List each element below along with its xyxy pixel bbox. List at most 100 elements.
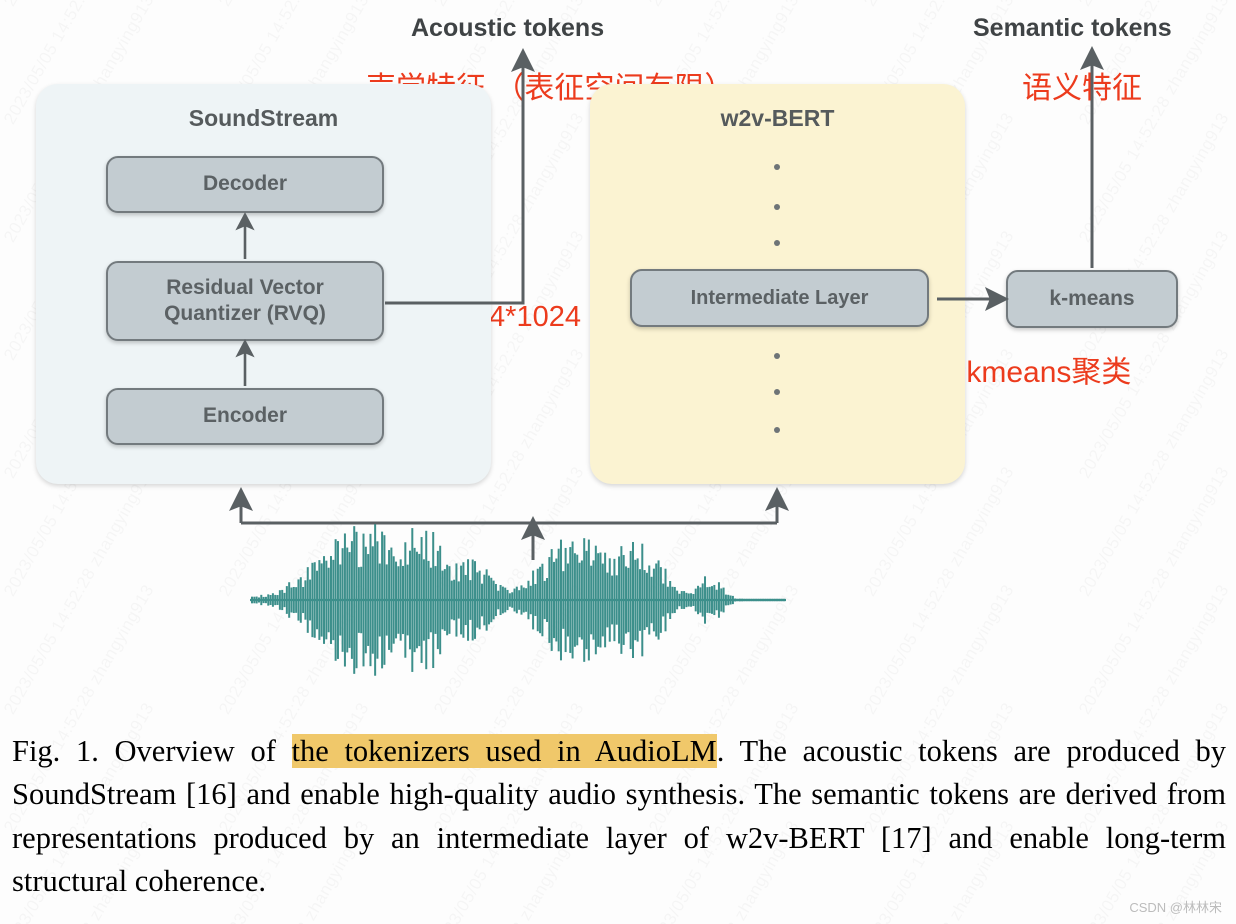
waveform-bar — [302, 586, 305, 614]
ellipsis-dot — [774, 240, 780, 246]
waveform-bar — [487, 575, 490, 625]
waveform-bar — [731, 595, 734, 605]
audio-waveform — [251, 524, 785, 676]
waveform-bar — [343, 533, 346, 667]
waveform-bar — [492, 580, 495, 620]
waveform-bar — [717, 582, 720, 618]
waveform-bar — [613, 558, 616, 642]
waveform-bar — [525, 588, 528, 612]
waveform-bar — [655, 563, 658, 637]
node-intermediate-layer[interactable]: Intermediate Layer — [630, 269, 929, 327]
waveform-bar — [606, 572, 609, 628]
waveform-bar — [408, 550, 411, 650]
waveform-bar — [490, 577, 493, 623]
waveform-bar — [267, 594, 270, 606]
waveform-bar — [690, 593, 693, 607]
waveform-bar — [269, 595, 272, 605]
waveform-bar — [383, 535, 386, 665]
waveform-bar — [436, 550, 439, 650]
csdn-watermark: CSDN @林林宋 — [1129, 900, 1222, 915]
waveform-bar — [729, 595, 732, 605]
waveform-bar — [585, 550, 588, 650]
waveform-bar — [420, 537, 423, 663]
waveform-bar — [578, 562, 581, 638]
waveform-bar — [441, 570, 444, 630]
waveform-bar — [713, 584, 716, 616]
waveform-bar — [583, 538, 586, 662]
node-k-means-label: k-means — [1049, 286, 1135, 310]
waveform-bar — [362, 533, 365, 667]
waveform-bar — [385, 564, 388, 636]
waveform-bar — [622, 555, 625, 645]
waveform-bar — [327, 567, 330, 633]
waveform-bar — [522, 587, 525, 613]
panel-title-w2v-bert: w2v-BERT — [720, 105, 835, 131]
waveform-bar — [645, 572, 648, 628]
waveform-bar — [748, 598, 751, 602]
waveform-bar — [309, 579, 312, 621]
ellipsis-dot — [774, 389, 780, 395]
node-rvq-label-line1: Residual Vector — [166, 275, 324, 299]
waveform-bar — [434, 566, 437, 634]
waveform-bar — [745, 598, 748, 602]
waveform-bar — [532, 570, 535, 630]
waveform-bar — [388, 550, 391, 650]
waveform-bar — [618, 556, 621, 644]
waveform-bar — [708, 586, 711, 614]
waveform-bar — [564, 547, 567, 653]
waveform-bar — [722, 587, 725, 613]
waveform-bar — [446, 564, 449, 636]
node-k-means[interactable]: k-means — [1006, 270, 1178, 328]
waveform-bar — [687, 593, 690, 607]
waveform-bar — [590, 565, 593, 635]
waveform-bar — [448, 566, 451, 634]
waveform-bar — [450, 580, 453, 620]
waveform-bar — [411, 528, 414, 672]
waveform-bar — [501, 586, 504, 614]
waveform-bar — [724, 594, 727, 606]
waveform-bar — [313, 562, 316, 638]
waveform-bar — [460, 565, 463, 635]
waveform-bar — [592, 560, 595, 640]
waveform-bar — [634, 559, 637, 641]
waveform-bar — [374, 524, 377, 676]
waveform-bar — [678, 593, 681, 607]
waveform-bar — [762, 598, 765, 602]
waveform-bar — [536, 568, 539, 632]
waveform-bar — [355, 531, 358, 669]
waveform-bar — [376, 541, 379, 659]
waveform-bar — [757, 598, 760, 602]
waveform-bar — [736, 598, 739, 602]
waveform-bar — [504, 587, 507, 613]
waveform-bar — [257, 597, 260, 603]
waveform-bar — [683, 591, 686, 609]
node-encoder[interactable]: Encoder — [106, 388, 384, 445]
semantic-tokens-label: Semantic tokens — [973, 14, 1172, 42]
waveform-bar — [529, 585, 532, 615]
node-residual-vector-quantizer[interactable]: Residual Vector Quantizer (RVQ) — [106, 261, 384, 341]
waveform-bar — [378, 563, 381, 637]
waveform-bar — [497, 590, 500, 610]
waveform-bar — [546, 578, 549, 622]
waveform-bar — [559, 539, 562, 661]
waveform-bar — [316, 570, 319, 630]
waveform-bar — [260, 594, 263, 606]
waveform-bar — [773, 598, 776, 602]
waveform-bar — [694, 588, 697, 612]
waveform-bar — [339, 564, 342, 636]
waveform-bar — [415, 551, 418, 649]
waveform-bar — [341, 548, 344, 652]
waveform-bar — [669, 581, 672, 619]
node-decoder[interactable]: Decoder — [106, 156, 384, 213]
waveform-bar — [402, 565, 404, 635]
waveform-bar — [527, 580, 530, 620]
waveform-bar — [320, 563, 323, 637]
waveform-bar — [508, 593, 511, 607]
waveform-bar — [627, 567, 630, 633]
waveform-bar — [780, 598, 783, 602]
waveform-bar — [650, 576, 653, 624]
waveform-bar — [587, 539, 590, 661]
waveform-bar — [278, 590, 281, 610]
waveform-bar — [299, 577, 302, 623]
waveform-bar — [666, 586, 669, 614]
